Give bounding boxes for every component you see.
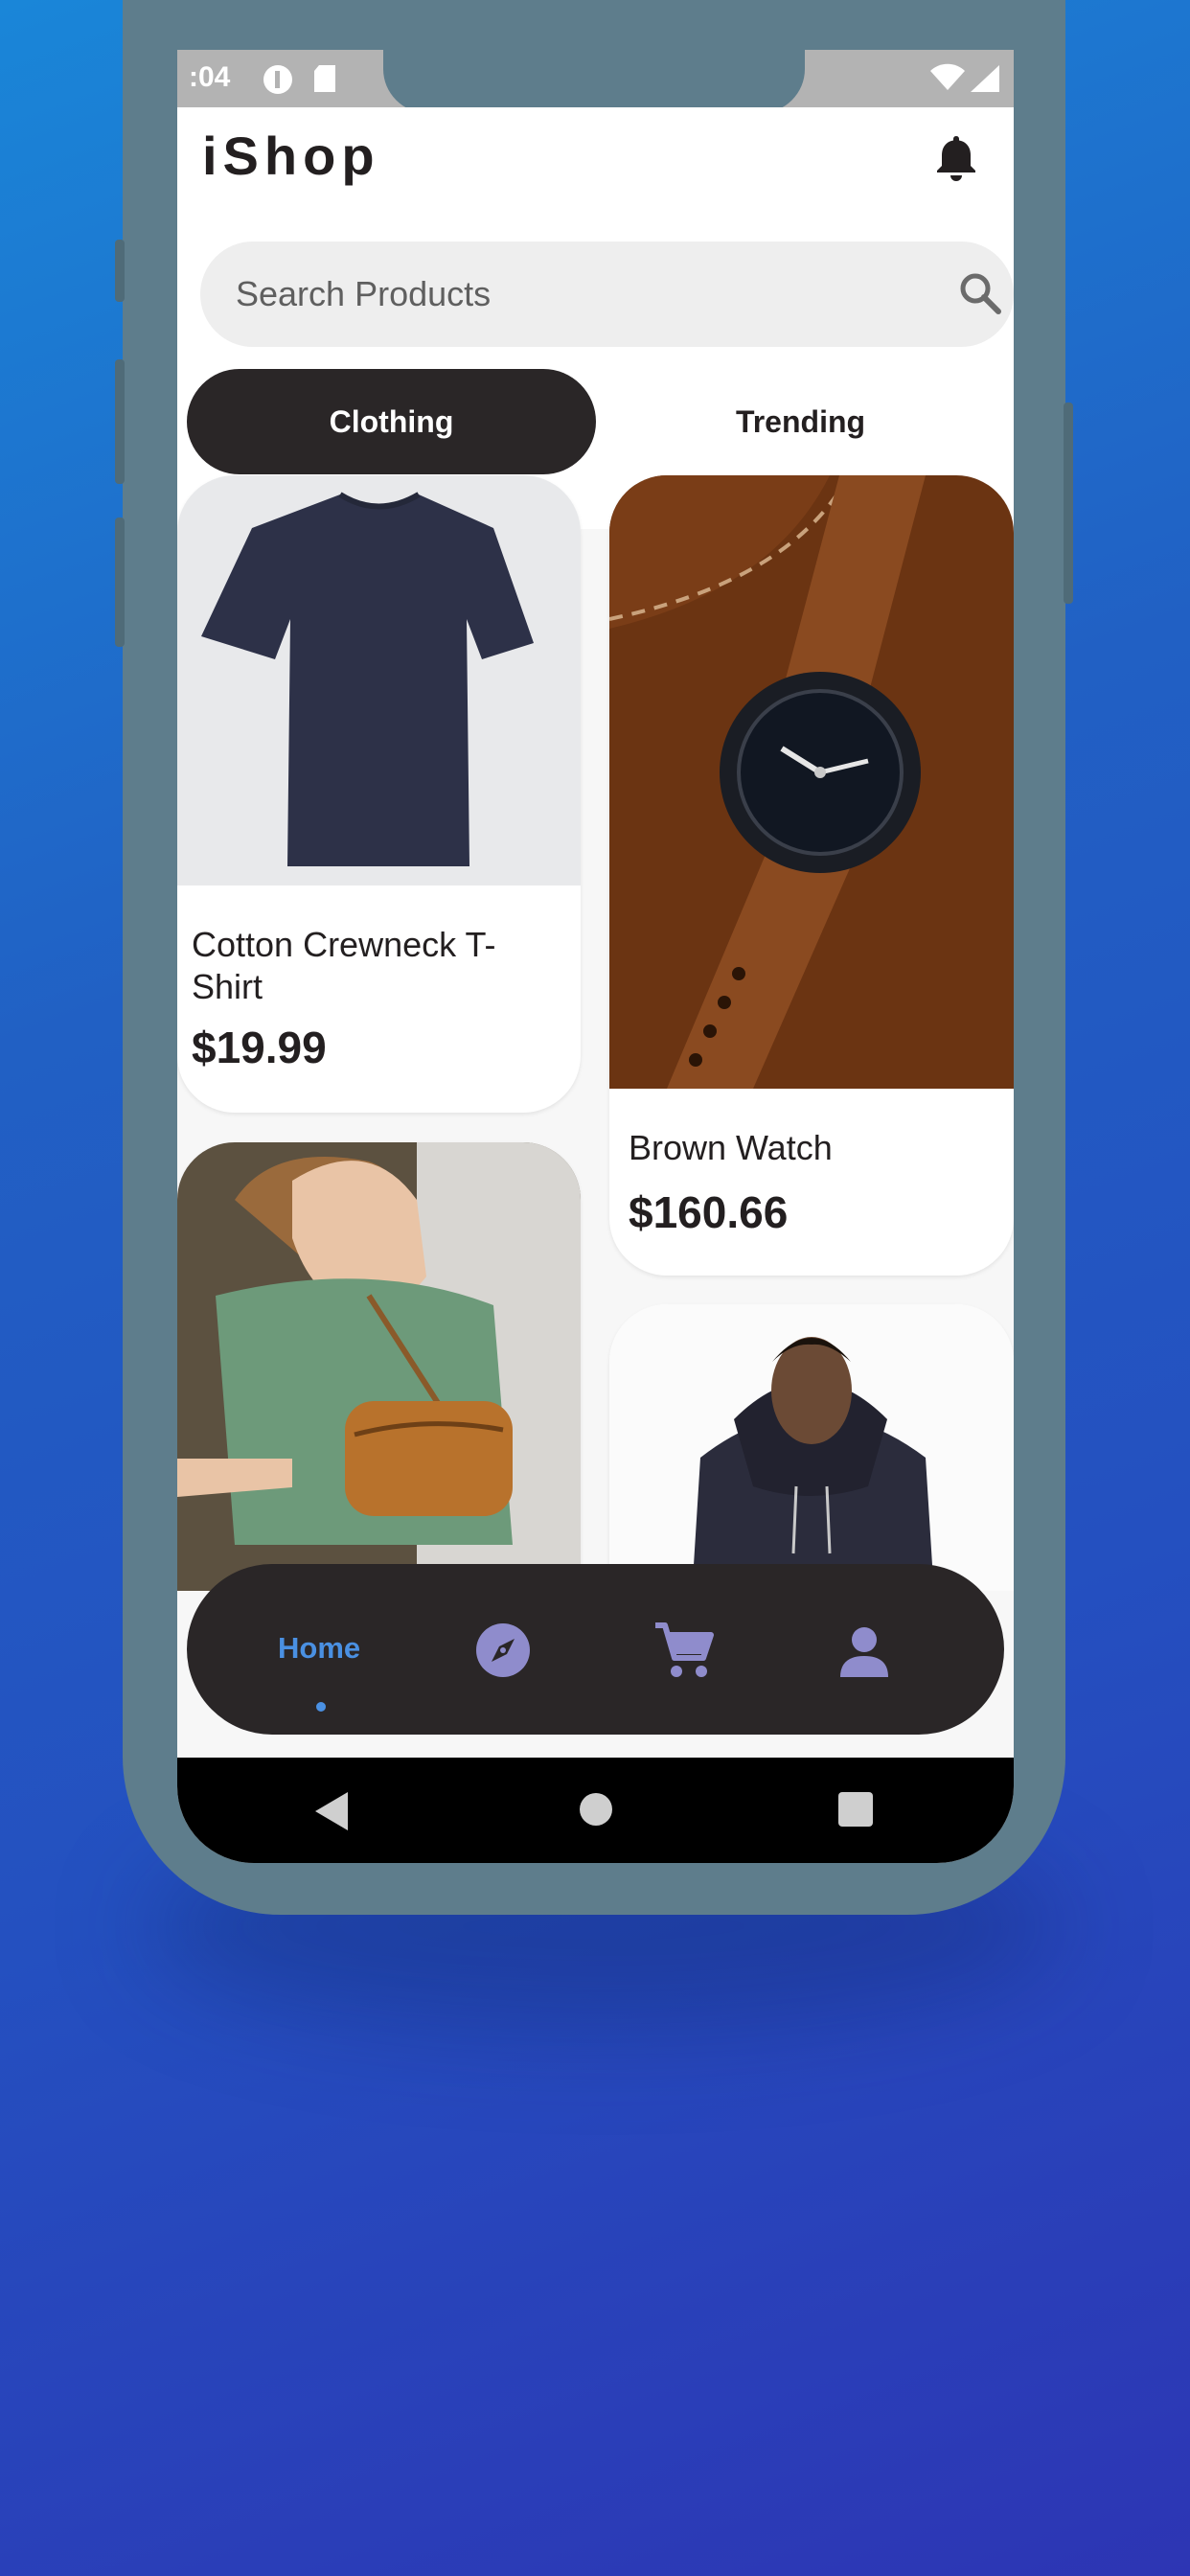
product-name: Brown Watch — [629, 1128, 833, 1167]
wifi-icon — [930, 63, 965, 90]
product-card[interactable] — [177, 1142, 581, 1591]
side-button — [115, 518, 125, 647]
recents-square-icon[interactable] — [838, 1792, 873, 1827]
screen: :04 iShop Search Products Clothing Trend… — [177, 50, 1014, 1863]
explore-icon[interactable] — [474, 1622, 532, 1679]
product-grid[interactable]: Cotton Crewneck T-Shirt $19.99 Brown Wat… — [177, 475, 1014, 1591]
product-card[interactable]: Brown Watch $160.66 — [609, 475, 1014, 1276]
power-button — [1064, 402, 1073, 604]
home-circle-icon[interactable] — [579, 1792, 613, 1827]
profile-icon[interactable] — [838, 1625, 890, 1677]
search-bar[interactable]: Search Products — [200, 242, 1014, 347]
sd-card-icon — [314, 65, 335, 92]
cell-signal-icon — [971, 65, 999, 92]
search-input[interactable]: Search Products — [236, 274, 491, 314]
notification-bell-icon[interactable] — [934, 132, 978, 182]
data-saver-icon — [263, 65, 292, 94]
side-button — [115, 240, 125, 302]
product-price: $160.66 — [629, 1187, 789, 1237]
system-navigation-bar — [177, 1758, 1014, 1863]
side-button — [115, 359, 125, 484]
app-title: iShop — [202, 126, 380, 186]
status-time: :04 — [189, 61, 231, 93]
nav-home[interactable]: Home — [278, 1631, 360, 1666]
product-card[interactable]: Cotton Crewneck T-Shirt $19.99 — [177, 475, 581, 1113]
bottom-navigation: Home — [187, 1564, 1004, 1735]
product-price: $19.99 — [192, 1023, 327, 1072]
tab-trending[interactable]: Trending — [596, 369, 1005, 474]
product-image-watch — [609, 475, 1014, 1089]
camera-notch — [383, 50, 805, 113]
product-card[interactable] — [609, 1304, 1014, 1591]
product-image-crossbody-bag — [177, 1142, 581, 1591]
tab-clothing[interactable]: Clothing — [187, 369, 596, 474]
product-image-hoodie — [609, 1304, 1014, 1591]
back-icon[interactable] — [313, 1790, 352, 1832]
nav-active-indicator — [316, 1702, 326, 1712]
cart-icon[interactable] — [653, 1622, 715, 1679]
search-icon[interactable] — [957, 270, 1003, 316]
product-name: Cotton Crewneck T-Shirt — [192, 925, 496, 1006]
product-image-tshirt — [177, 475, 581, 886]
